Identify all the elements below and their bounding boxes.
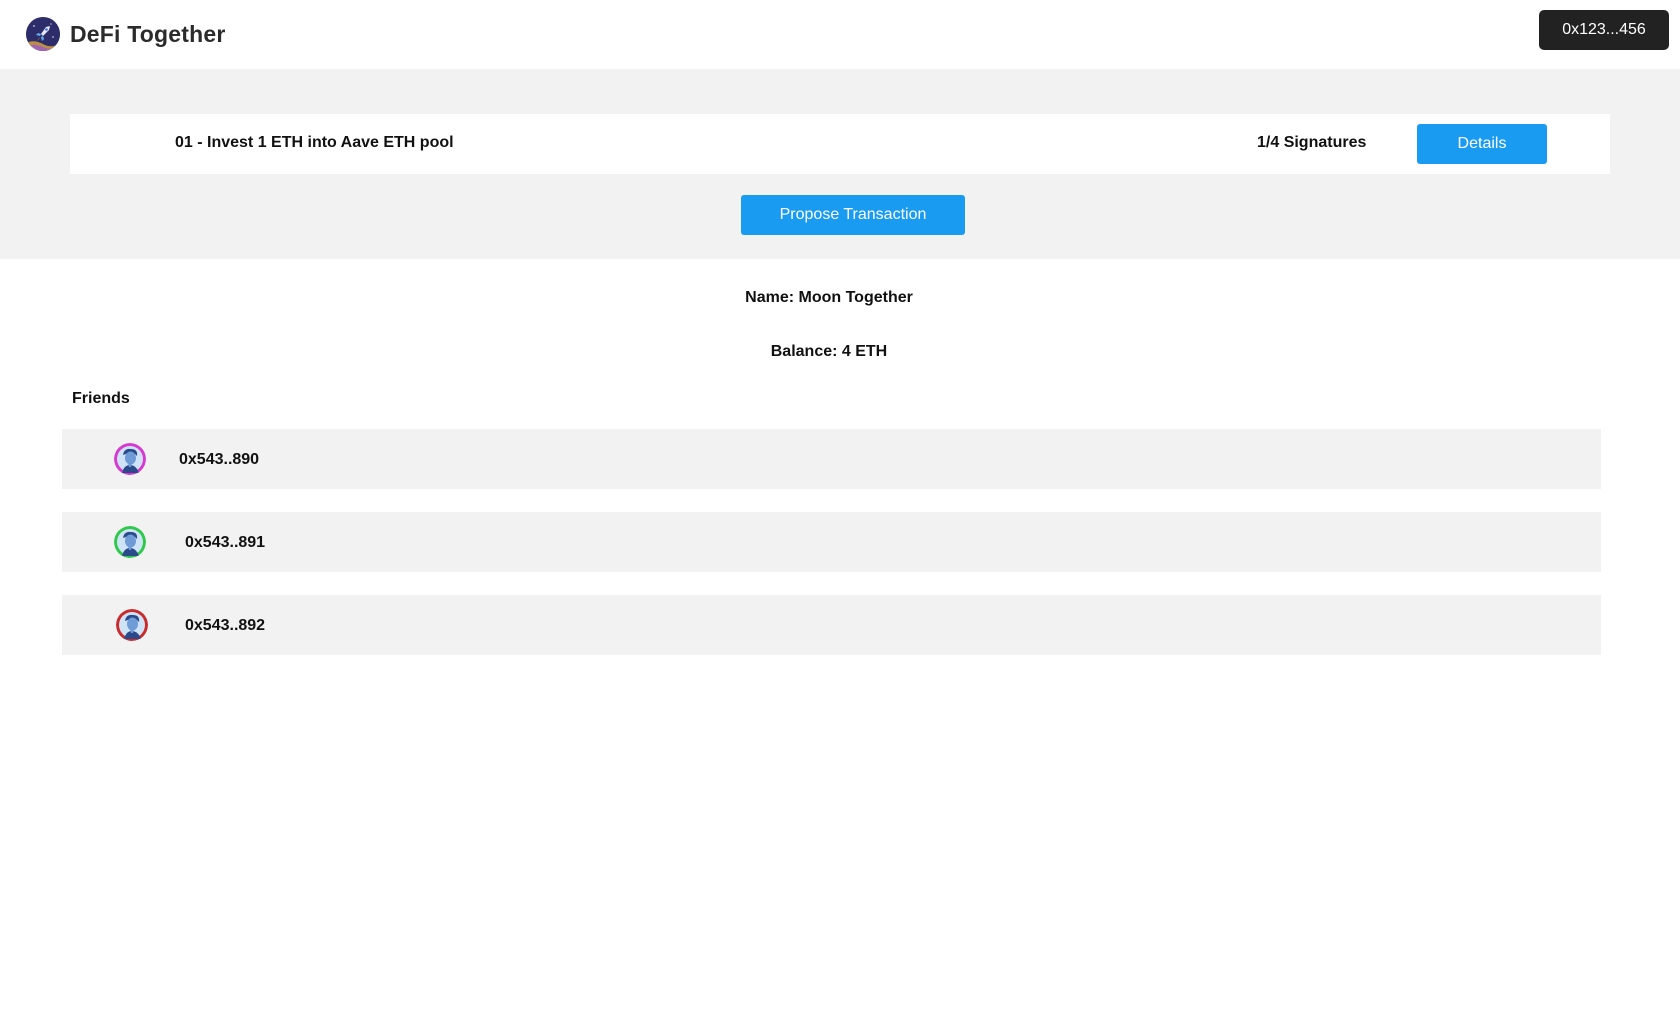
propose-transaction-button[interactable]: Propose Transaction: [741, 195, 965, 235]
friend-address: 0x543..892: [185, 617, 266, 634]
proposal-row: 01 - Invest 1 ETH into Aave ETH pool 1/4…: [70, 114, 1610, 174]
avatar-icon: [114, 443, 146, 475]
app-title: DeFi Together: [70, 20, 226, 47]
proposals-section: 01 - Invest 1 ETH into Aave ETH pool 1/4…: [0, 69, 1680, 259]
proposal-title: 01 - Invest 1 ETH into Aave ETH pool: [175, 134, 454, 151]
top-header: DeFi Together 0x123...456: [0, 0, 1680, 69]
list-item[interactable]: 0x543..890: [62, 429, 1601, 489]
group-balance: Balance: 4 ETH: [770, 343, 888, 360]
friends-heading: Friends: [72, 390, 130, 407]
details-button[interactable]: Details: [1417, 124, 1547, 164]
brand[interactable]: DeFi Together: [26, 17, 226, 51]
avatar-icon: [116, 609, 148, 641]
list-item[interactable]: 0x543..892: [62, 595, 1601, 655]
avatar-icon: [114, 526, 146, 558]
list-item[interactable]: 0x543..891: [62, 512, 1601, 572]
group-info: Name: Moon Together Balance: 4 ETH Frien…: [0, 259, 1680, 419]
wallet-address-button[interactable]: 0x123...456: [1539, 10, 1669, 50]
friend-address: 0x543..890: [179, 451, 260, 468]
friend-address: 0x543..891: [185, 534, 266, 551]
proposal-signatures: 1/4 Signatures: [1257, 134, 1367, 151]
group-name: Name: Moon Together: [745, 289, 913, 306]
rocket-logo-icon: [26, 17, 60, 51]
